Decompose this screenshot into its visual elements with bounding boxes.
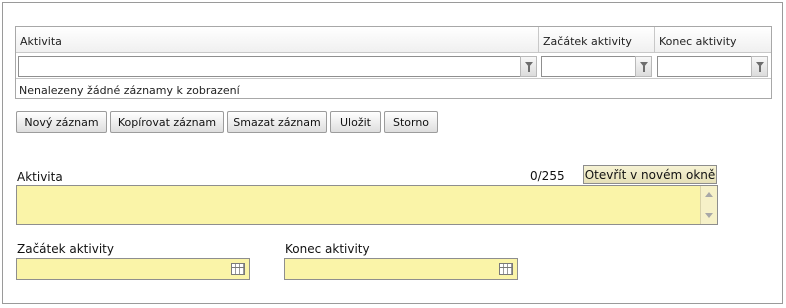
open-in-new-window-button[interactable]: Otevřít v novém okně [583, 165, 717, 184]
activity-filter-input[interactable] [18, 56, 521, 77]
start-date-input[interactable] [16, 258, 250, 280]
scroll-up-icon[interactable] [705, 192, 713, 197]
end-filter-input[interactable] [657, 56, 752, 77]
column-header-end[interactable]: Konec aktivity [655, 27, 771, 53]
grid-header: Aktivita Začátek aktivity Konec aktivity [16, 27, 771, 53]
filter-icon [639, 62, 648, 72]
column-header-label: Konec aktivity [659, 35, 737, 48]
start-filter-button[interactable] [635, 56, 652, 77]
end-filter-button[interactable] [751, 56, 768, 77]
cancel-button[interactable]: Storno [384, 111, 438, 133]
calendar-icon[interactable] [499, 263, 513, 275]
filter-icon [524, 62, 533, 72]
column-header-start[interactable]: Začátek aktivity [539, 27, 655, 53]
activity-filter-button[interactable] [520, 56, 537, 77]
activity-label: Aktivita [17, 170, 63, 184]
end-date-label: Konec aktivity [285, 242, 370, 256]
activity-textarea[interactable] [16, 185, 718, 225]
scroll-down-icon[interactable] [705, 213, 713, 218]
activities-grid: Aktivita Začátek aktivity Konec aktivity… [15, 26, 772, 99]
delete-record-button[interactable]: Smazat záznam [227, 111, 327, 133]
empty-grid-message: Nenalezeny žádné záznamy k zobrazení [19, 84, 240, 97]
end-date-input[interactable] [284, 258, 518, 280]
calendar-icon[interactable] [231, 263, 245, 275]
column-header-label: Aktivita [20, 35, 62, 48]
textarea-scrollbar[interactable] [700, 186, 717, 224]
character-counter: 0/255 [530, 169, 565, 183]
copy-record-button[interactable]: Kopírovat záznam [110, 111, 224, 133]
filter-icon [755, 62, 764, 72]
column-header-activity[interactable]: Aktivita [16, 27, 539, 53]
start-date-label: Začátek aktivity [17, 242, 114, 256]
column-header-label: Začátek aktivity [543, 35, 632, 48]
filter-row [16, 54, 771, 79]
save-button[interactable]: Uložit [330, 111, 381, 133]
start-filter-input[interactable] [541, 56, 636, 77]
new-record-button[interactable]: Nový záznam [16, 111, 107, 133]
